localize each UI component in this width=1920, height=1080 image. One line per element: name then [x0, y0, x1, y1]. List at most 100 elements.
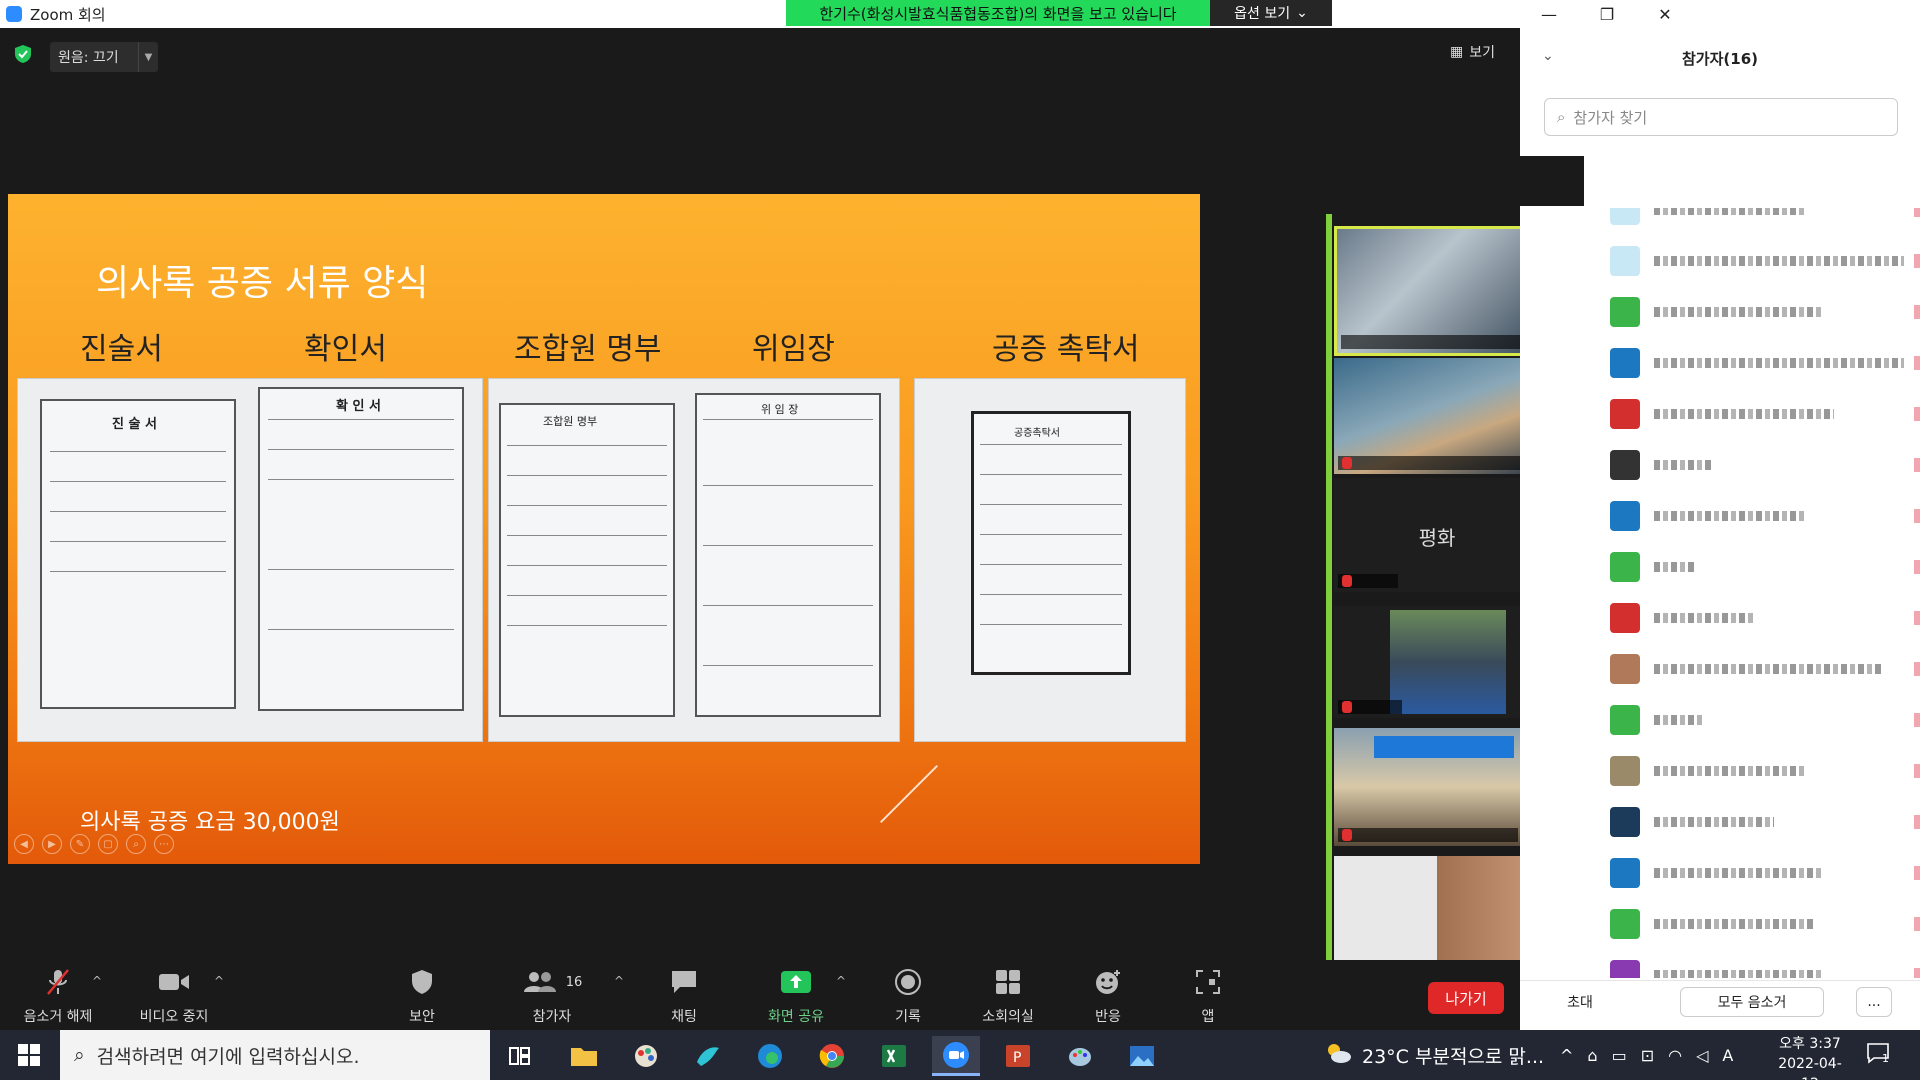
windows-taskbar: ⌕ 검색하려면 여기에 입력하십시오. P 23°C 부분적으로 맑... ^ … [0, 1030, 1920, 1080]
share-options-caret-icon[interactable]: ^ [836, 974, 846, 988]
participant-row[interactable] [1584, 392, 1920, 436]
panel-title: 참가자(16) [1682, 49, 1758, 68]
network-icon[interactable]: ⊡ [1641, 1046, 1654, 1065]
view-options-button[interactable]: 옵션 보기 ⌄ [1210, 0, 1332, 26]
participant-avatar [1610, 603, 1640, 633]
stop-video-button[interactable]: 비디오 중지 [124, 966, 224, 1026]
participant-list[interactable] [1584, 208, 1920, 978]
participant-row[interactable] [1584, 239, 1920, 283]
notification-center-icon[interactable]: 1 [1866, 1042, 1896, 1070]
participant-row[interactable] [1584, 494, 1920, 538]
bird-app-icon[interactable] [684, 1036, 732, 1076]
participant-status-icon [1914, 407, 1920, 421]
video-tile[interactable] [1334, 728, 1540, 846]
participant-row[interactable] [1584, 953, 1920, 978]
powerpoint-icon[interactable]: P [994, 1036, 1042, 1076]
breakout-rooms-button[interactable]: 소회의실 [958, 966, 1058, 1026]
share-screen-button[interactable]: 화면 공유 [746, 966, 846, 1026]
audio-options-caret-icon[interactable]: ^ [92, 974, 102, 988]
video-tile[interactable] [1334, 358, 1540, 474]
chat-button[interactable]: 채팅 [634, 966, 734, 1026]
video-options-caret-icon[interactable]: ^ [214, 974, 224, 988]
more-options-button[interactable]: ... [1856, 987, 1892, 1017]
participant-status-icon [1914, 611, 1920, 625]
participant-search-input[interactable]: ⌕ 참가자 찾기 [1544, 98, 1898, 136]
video-name-bar [1338, 700, 1402, 714]
edge-browser-icon[interactable] [746, 1036, 794, 1076]
participant-row[interactable] [1584, 851, 1920, 895]
participant-row[interactable] [1584, 647, 1920, 691]
participants-button[interactable]: 16 참가자 [502, 966, 602, 1026]
paint-app-icon[interactable] [622, 1036, 670, 1076]
wifi-icon[interactable]: ◠ [1668, 1046, 1682, 1065]
participant-status-icon [1914, 968, 1920, 978]
taskbar-search-input[interactable]: ⌕ 검색하려면 여기에 입력하십시오. [60, 1030, 490, 1080]
mute-all-button[interactable]: 모두 음소거 [1680, 987, 1824, 1017]
invite-button[interactable]: 초대 [1544, 987, 1616, 1017]
muted-mic-icon [1342, 829, 1352, 841]
camera-tray-icon[interactable]: ⌂ [1587, 1046, 1597, 1065]
weather-widget[interactable]: 23°C 부분적으로 맑... [1324, 1030, 1544, 1080]
participant-status-icon [1914, 866, 1920, 880]
video-tile[interactable] [1334, 606, 1540, 718]
excel-icon[interactable] [870, 1036, 918, 1076]
clock[interactable]: 오후 3:37 2022-04-12 [1770, 1034, 1850, 1080]
reactions-button[interactable]: 반응 [1058, 966, 1158, 1026]
form-page: 진 술 서 [40, 399, 236, 709]
participant-status-icon [1914, 917, 1920, 931]
security-button[interactable]: 보안 [372, 966, 472, 1026]
notification-count: 1 [1882, 1052, 1889, 1065]
svg-text:P: P [1013, 1050, 1021, 1066]
show-hidden-icons-chevron-icon[interactable]: ^ [1560, 1046, 1573, 1065]
windows-start-icon[interactable] [0, 1030, 58, 1080]
prev-slide-icon[interactable]: ◀ [14, 834, 34, 854]
video-name-bar [1338, 574, 1398, 588]
participant-status-icon [1914, 208, 1920, 217]
participants-caret-icon[interactable]: ^ [614, 974, 624, 988]
leave-button[interactable]: 나가기 [1428, 982, 1504, 1014]
caret-down-icon[interactable]: ▼ [138, 42, 158, 72]
participant-row[interactable] [1584, 208, 1920, 232]
form-title: 진 술 서 [112, 417, 157, 432]
participant-row[interactable] [1584, 341, 1920, 385]
encryption-shield-icon[interactable] [14, 44, 32, 64]
video-tile[interactable] [1334, 226, 1540, 356]
chrome-browser-icon[interactable] [808, 1036, 856, 1076]
pen-icon[interactable]: ✎ [70, 834, 90, 854]
close-button[interactable]: ✕ [1636, 0, 1694, 28]
next-slide-icon[interactable]: ▶ [42, 834, 62, 854]
slides-icon[interactable]: ▢ [98, 834, 118, 854]
collapse-chevron-icon[interactable]: ⌄ [1542, 48, 1554, 64]
speaker-icon[interactable]: ◁ [1696, 1046, 1708, 1065]
video-tile[interactable]: 평화 [1334, 478, 1540, 592]
view-button[interactable]: ▦ 보기 [1450, 40, 1514, 64]
more-icon[interactable]: ⋯ [154, 834, 174, 854]
apps-button[interactable]: 앱 [1158, 966, 1258, 1026]
video-strip: 평화 [1320, 214, 1544, 984]
original-sound-label: 원음: 끄기 [58, 50, 119, 66]
record-button[interactable]: 기록 [858, 966, 958, 1026]
minimize-button[interactable]: — [1520, 0, 1578, 28]
participant-row[interactable] [1584, 698, 1920, 742]
photos-app-icon[interactable] [1118, 1036, 1166, 1076]
participant-row[interactable] [1584, 545, 1920, 589]
ime-indicator[interactable]: A [1722, 1046, 1733, 1065]
participant-row[interactable] [1584, 443, 1920, 487]
participant-row[interactable] [1584, 800, 1920, 844]
participant-row[interactable] [1584, 596, 1920, 640]
participant-row[interactable] [1584, 902, 1920, 946]
participant-row[interactable] [1584, 749, 1920, 793]
taskbar-search-placeholder: 검색하려면 여기에 입력하십시오. [96, 1045, 360, 1068]
video-tile[interactable] [1334, 856, 1540, 968]
form-title: 위 임 장 [761, 403, 799, 416]
task-view-icon[interactable] [496, 1036, 544, 1076]
battery-icon[interactable]: ▭ [1612, 1046, 1627, 1065]
maximize-button[interactable]: ❐ [1578, 0, 1636, 28]
participant-name-blurred [1654, 715, 1704, 725]
zoom-taskbar-icon[interactable] [932, 1036, 980, 1076]
participant-row[interactable] [1584, 290, 1920, 334]
zoom-icon[interactable]: ⌕ [126, 834, 146, 854]
paint-palette-icon[interactable] [1056, 1036, 1104, 1076]
original-sound-toggle[interactable]: 원음: 끄기 ▼ [50, 42, 158, 72]
file-explorer-icon[interactable] [560, 1036, 608, 1076]
